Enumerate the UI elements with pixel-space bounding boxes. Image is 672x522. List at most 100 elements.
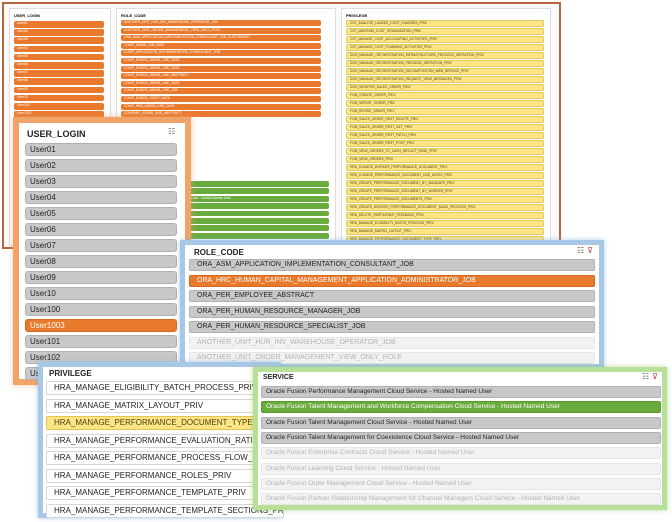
user-login-item[interactable]: User08 — [25, 255, 177, 268]
user-login-item-label: User03 — [30, 177, 56, 186]
service-item[interactable]: Oracle Fusion Talent Management Cloud Se… — [261, 416, 661, 429]
overview-role-item: COMP_ADMIN_JOB_ADM — [121, 42, 321, 49]
user-login-item-label: User04 — [30, 193, 56, 202]
overview-user-item: User04 — [14, 45, 104, 53]
overview-role-item: COMP_DUROS_STAFF_DATA — [121, 96, 321, 103]
service-item[interactable]: Oracle Fusion Enterprise Contracts Cloud… — [261, 447, 661, 460]
privilege-item[interactable]: HRA_MANAGE_PERFORMANCE_EVALUATION_RATING… — [46, 433, 284, 448]
overview-privilege-item: CST_ANALYZE_LANDED_COST_CHARGES_PRIV — [346, 20, 544, 27]
clear-filter-icon[interactable]: ⊽ — [587, 246, 593, 255]
multi-select-icon[interactable]: ☷ — [642, 372, 649, 381]
overview-privilege-item: HRA_CHANGE_PERFORMANCE_DOCUMENT_DUE_DATE… — [346, 172, 544, 179]
overview-user-item: User01 — [14, 21, 104, 28]
overview-user-item: User03 — [14, 37, 104, 45]
service-title: SERVICE — [263, 374, 294, 381]
overview-privilege-item: FOM_IMPORT_ORDER_PRIV — [346, 100, 544, 107]
service-slicer: SERVICE ☷ ⊽ Oracle Fusion Performance Ma… — [253, 367, 667, 510]
service-item[interactable]: Oracle Fusion Order Management Cloud Ser… — [261, 477, 661, 490]
overview-privilege-item: HRA_MANAGE_ELIGIBILITY_BATCH_PROCESS_PRI… — [346, 220, 544, 227]
overview-privilege-item: FOM_SALES_ORDER_REST_DELETE_PRIV — [346, 116, 544, 123]
privilege-item[interactable]: HRA_MANAGE_MATRIX_LAYOUT_PRIV — [46, 398, 284, 413]
overview-privilege-item: CST_MANAGE_COST_ACCOUNTING_ACTIVITIES_PR… — [346, 36, 544, 43]
service-item[interactable]: Oracle Fusion Talent Management and Work… — [261, 401, 661, 414]
user-login-item[interactable]: User101 — [25, 335, 177, 348]
role-code-item[interactable]: ORA_PER_HUMAN_RESOURCE_MANAGER_JOB — [189, 305, 595, 318]
privilege-item[interactable]: HRA_MANAGE_ELIGIBILITY_BATCH_PROCESS_PRI… — [46, 381, 284, 395]
overview-privilege-item: HRA_CREATE_PERFORMANCE_DOCUMENTS_PRIV — [346, 196, 544, 203]
role-code-item-label: ORA_PER_HUMAN_RESOURCE_SPECIALIST_JOB — [197, 323, 366, 330]
service-item[interactable]: Oracle Fusion Performance Management Clo… — [261, 386, 661, 398]
user-login-item[interactable]: User1003 — [25, 319, 177, 332]
overview-user-item: User10 — [14, 94, 104, 102]
user-login-item[interactable]: User04 — [25, 191, 177, 204]
privilege-item[interactable]: HRA_MANAGE_PERFORMANCE_DOCUMENT_TYPE_PRI… — [46, 416, 284, 430]
privilege-item[interactable]: HRA_MANAGE_PERFORMANCE_TEMPLATE_SECTIONS… — [46, 503, 284, 518]
service-item[interactable]: Oracle Fusion Talent Management for Coex… — [261, 431, 661, 444]
privilege-item-label: HRA_MANAGE_PERFORMANCE_PROCESS_FLOW_DEFI… — [54, 453, 284, 462]
role-code-item[interactable]: ORA_PER_EMPLOYEE_ABSTRACT — [189, 290, 595, 302]
user-login-item[interactable]: User01 — [25, 143, 177, 156]
user-login-item[interactable]: User05 — [25, 207, 177, 220]
role-code-toolbar: ☷ ⊽ — [577, 246, 593, 255]
privilege-item-label: HRA_MANAGE_PERFORMANCE_EVALUATION_RATING… — [54, 435, 284, 445]
overview-privilege-item: HRA_MANAGE_MATRIX_LAYOUT_PRIV — [346, 228, 544, 235]
overview-user-item: User07 — [14, 70, 104, 77]
privilege-slicer: PRIVILEGE HRA_MANAGE_ELIGIBILITY_BATCH_P… — [38, 362, 284, 518]
overview-privilege-item: DOO_MANAGE_ORCHESTRATION_DECOMPOSITION_W… — [346, 68, 544, 75]
service-item-label: Oracle Fusion Order Management Cloud Ser… — [266, 479, 472, 487]
service-item-label: Oracle Fusion Enterprise Contracts Cloud… — [266, 449, 475, 457]
privilege-item[interactable]: HRA_MANAGE_PERFORMANCE_ROLES_PRIV — [46, 468, 284, 483]
service-item-label: Oracle Fusion Performance Management Clo… — [266, 388, 493, 395]
privilege-item-label: HRA_MANAGE_MATRIX_LAYOUT_PRIV — [54, 400, 204, 410]
user-login-item[interactable]: User09 — [25, 271, 177, 284]
user-login-item[interactable]: User100 — [25, 303, 177, 316]
role-code-item[interactable]: ORA_HRC_HUMAN_CAPITAL_MANAGEMENT_APPLICA… — [189, 274, 595, 287]
user-login-item-label: User10 — [30, 289, 56, 298]
overview-privilege-item: HRA_CREATE_PERFORMANCE_DOCUMENT_BY_WORKE… — [346, 188, 544, 195]
user-login-item-label: User100 — [30, 305, 61, 314]
overview-role-item: COMP_APPLICATION_IMPLEMENTATION_CONSULTA… — [121, 50, 321, 57]
overview-role-item: ANOTHER_UNIT_ORDER_MANAGEMENT_VIEW_ONLY_… — [121, 27, 321, 34]
user-login-toolbar: ☷ — [168, 127, 175, 136]
service-item[interactable]: Oracle Fusion Learning Cloud Service - H… — [261, 462, 661, 475]
user-login-item[interactable]: User02 — [25, 159, 177, 172]
overview-privilege-item: FOM_CREATE_ORDER_PRIV — [346, 92, 544, 99]
role-code-item-label: ANOTHER_UNIT_HUR_INV_WAREHOUSE_OPERATOR_… — [197, 338, 396, 346]
role-code-item-label: ORA_PER_EMPLOYEE_ABSTRACT — [197, 292, 315, 299]
role-code-item-label: ORA_ASM_APPLICATION_IMPLEMENTATION_CONSU… — [197, 261, 414, 268]
overview-user-item: User08 — [14, 78, 104, 86]
privilege-item[interactable]: HRA_MANAGE_PERFORMANCE_PROCESS_FLOW_DEFI… — [46, 451, 284, 465]
user-login-item[interactable]: User07 — [25, 239, 177, 252]
role-code-item[interactable]: ANOTHER_UNIT_HUR_INV_WAREHOUSE_OPERATOR_… — [189, 336, 595, 349]
overview-privilege-item: DOO_MONITOR_SALES_ORDER_PRIV — [346, 84, 544, 91]
user-login-title: USER_LOGIN — [27, 129, 86, 139]
overview-user-item: User05 — [14, 53, 104, 61]
user-login-item[interactable]: User10 — [25, 287, 177, 300]
overview-user-item: User100 — [14, 103, 104, 110]
privilege-item[interactable]: HRA_MANAGE_PERFORMANCE_TEMPLATE_PRIV — [46, 486, 284, 500]
overview-role-item: COMP_DUROS_ADMIN_LINE_DATA — [121, 58, 321, 65]
overview-role-item: ORA_ASM_APPLICATION_IMPLEMENTATION_CONSU… — [121, 35, 321, 42]
user-login-item-label: User1003 — [30, 321, 65, 330]
user-login-item-label: User08 — [30, 257, 56, 266]
user-login-item[interactable]: User03 — [25, 175, 177, 188]
service-item-label: Oracle Fusion Talent Management and Work… — [266, 403, 560, 411]
user-login-item-label: User07 — [30, 241, 56, 250]
overview-role-item: COMP_DUROS_ADMIN_LINE_DATA — [121, 80, 321, 87]
privilege-item-label: HRA_MANAGE_PERFORMANCE_TEMPLATE_PRIV — [54, 488, 246, 497]
user-login-item-label: User101 — [30, 337, 61, 346]
user-login-item-label: User09 — [30, 273, 56, 282]
service-item[interactable]: Oracle Fusion Partner Relationship Manag… — [261, 493, 661, 506]
overview-privilege-item: HRA_CREATE_WORKER_PERFORMANCE_DOCUMENT_M… — [346, 204, 544, 211]
overview-privilege-item: HRA_CHANGE_WORKER_PERFORMANCE_DOCUMENT_P… — [346, 164, 544, 171]
multi-select-icon[interactable]: ☷ — [577, 246, 584, 255]
role-code-item[interactable]: ORA_ASM_APPLICATION_IMPLEMENTATION_CONSU… — [189, 259, 595, 271]
clear-filter-icon[interactable]: ⊽ — [652, 372, 658, 381]
user-login-item[interactable]: User06 — [25, 223, 177, 236]
overview-role-item: COMP_DUROS_ADMIN_LINE_JOB — [121, 88, 321, 95]
role-code-item[interactable]: ORA_PER_HUMAN_RESOURCE_SPECIALIST_JOB — [189, 321, 595, 333]
privilege-item-label: HRA_MANAGE_PERFORMANCE_ROLES_PRIV — [54, 470, 232, 480]
multi-select-icon[interactable]: ☷ — [168, 127, 175, 136]
role-code-item-label: ORA_PER_HUMAN_RESOURCE_MANAGER_JOB — [197, 307, 361, 315]
overview-privilege-title: PRIVILEGE — [346, 13, 368, 18]
